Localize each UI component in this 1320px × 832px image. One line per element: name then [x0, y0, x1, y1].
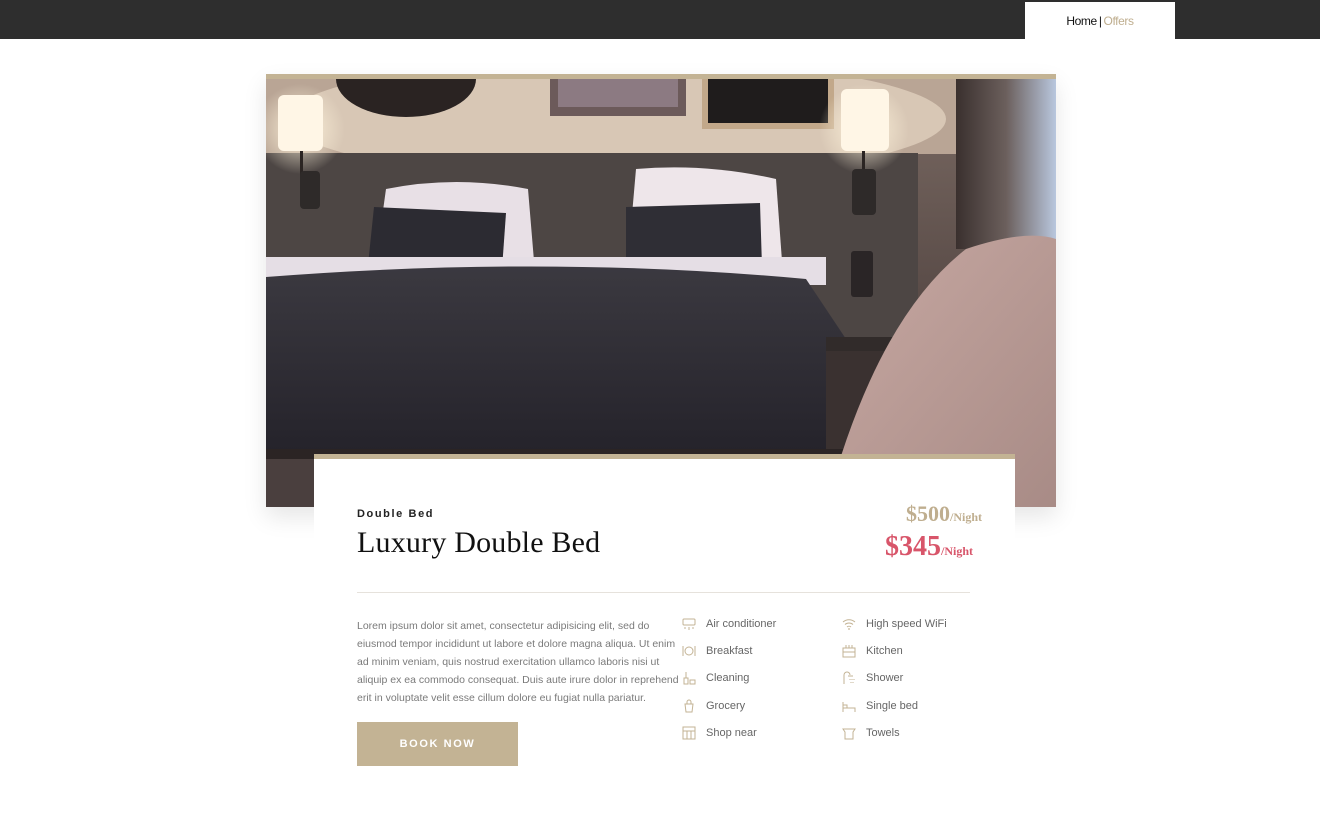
original-price-amount: $500: [905, 501, 950, 526]
room-card: Double Bed Luxury Double Bed $500/Night …: [314, 454, 1015, 784]
air-conditioner-icon: [682, 617, 696, 631]
amenity-item: Air conditioner: [682, 617, 776, 631]
nav-home-link[interactable]: Home: [1066, 14, 1097, 28]
amenity-item: Towels: [842, 726, 900, 740]
amenity-item: Cleaning: [682, 671, 749, 685]
amenity-label: Kitchen: [866, 645, 903, 657]
amenity-label: Towels: [866, 727, 900, 739]
nav-separator: |: [1098, 13, 1102, 28]
amenity-item: Single bed: [842, 699, 918, 713]
amenity-item: Breakfast: [682, 644, 752, 658]
room-type: Double Bed: [357, 508, 435, 520]
amenity-label: High speed WiFi: [866, 618, 947, 630]
book-now-button[interactable]: BOOK NOW: [357, 722, 518, 766]
room-description: Lorem ipsum dolor sit amet, consectetur …: [357, 620, 679, 704]
amenity-item: Grocery: [682, 699, 745, 713]
amenity-item: High speed WiFi: [842, 617, 947, 631]
room-photo: [266, 74, 1056, 507]
amenity-item: Shop near: [682, 726, 757, 740]
amenity-label: Breakfast: [706, 645, 753, 657]
towel-icon: [842, 726, 856, 740]
kitchen-icon: [842, 644, 856, 658]
wifi-icon: [842, 617, 856, 631]
discount-price-amount: $345: [884, 531, 941, 562]
room-title: Luxury Double Bed: [357, 526, 601, 559]
shower-icon: [842, 671, 856, 685]
original-price-unit: /Night: [949, 510, 982, 524]
amenity-item: Shower: [842, 671, 903, 685]
original-price: $500/Night: [906, 501, 982, 527]
amenity-label: Cleaning: [706, 672, 750, 684]
amenity-item: Kitchen: [842, 644, 903, 658]
discount-price-unit: /Night: [940, 544, 973, 558]
amenity-label: Shower: [866, 672, 904, 684]
cleaning-icon: [682, 671, 696, 685]
amenity-label: Grocery: [706, 700, 746, 712]
amenity-label: Single bed: [866, 700, 918, 712]
divider: [357, 592, 970, 593]
bed-icon: [842, 699, 856, 713]
nav-offers-link[interactable]: Offers: [1104, 14, 1134, 28]
discount-price: $345/Night: [885, 531, 973, 563]
breakfast-icon: [682, 644, 696, 658]
amenity-label: Air conditioner: [706, 618, 777, 630]
grocery-icon: [682, 699, 696, 713]
amenity-label: Shop near: [706, 727, 757, 739]
nav-tab: Home | Offers: [1025, 2, 1175, 39]
top-bar: Home | Offers: [0, 0, 1320, 39]
shop-icon: [682, 726, 696, 740]
